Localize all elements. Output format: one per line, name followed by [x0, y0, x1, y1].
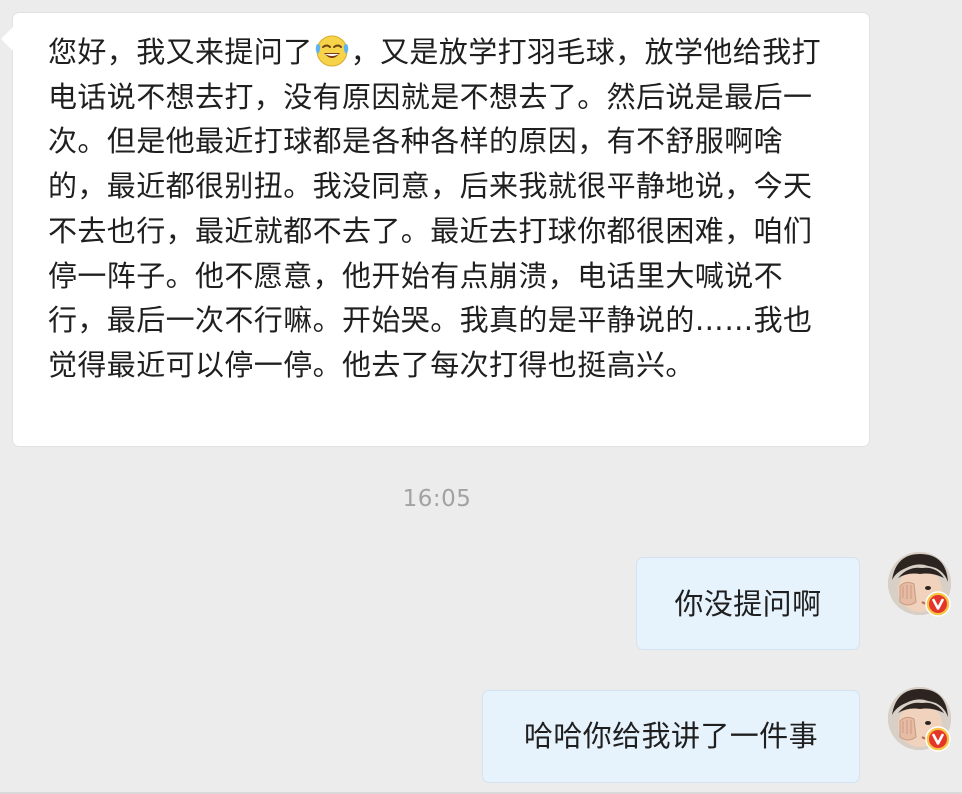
laugh-crying-emoji-icon: [314, 32, 350, 68]
verified-v-badge-icon: [925, 591, 951, 617]
incoming-message-bubble[interactable]: 您好，我又来提问了 ，又是放学打羽毛球，放学他给我打电话说不想去打，没有原因就是…: [1, 12, 870, 447]
verified-v-badge-icon: [925, 726, 951, 752]
outgoing-message-text: 你没提问啊: [674, 587, 822, 621]
message-timestamp: 16:05: [402, 486, 472, 512]
avatar[interactable]: [888, 552, 951, 617]
bubble-tail: [1, 27, 13, 51]
avatar[interactable]: [888, 687, 951, 752]
outgoing-message-text: 哈哈你给我讲了一件事: [523, 719, 818, 753]
outgoing-message-bubble[interactable]: 你没提问啊: [636, 557, 860, 650]
message-text-part-1: 您好，我又来提问了: [48, 35, 313, 69]
incoming-message-text: 您好，我又来提问了 ，又是放学打羽毛球，放学他给我打电话说不想去打，没有原因就是…: [48, 30, 829, 388]
chat-view[interactable]: 您好，我又来提问了 ，又是放学打羽毛球，放学他给我打电话说不想去打，没有原因就是…: [0, 0, 962, 794]
message-text-part-2: ，又是放学打羽毛球，放学他给我打电话说不想去打，没有原因就是不想去了。然后说是最…: [48, 35, 822, 382]
outgoing-message-bubble[interactable]: 哈哈你给我讲了一件事: [482, 690, 860, 783]
